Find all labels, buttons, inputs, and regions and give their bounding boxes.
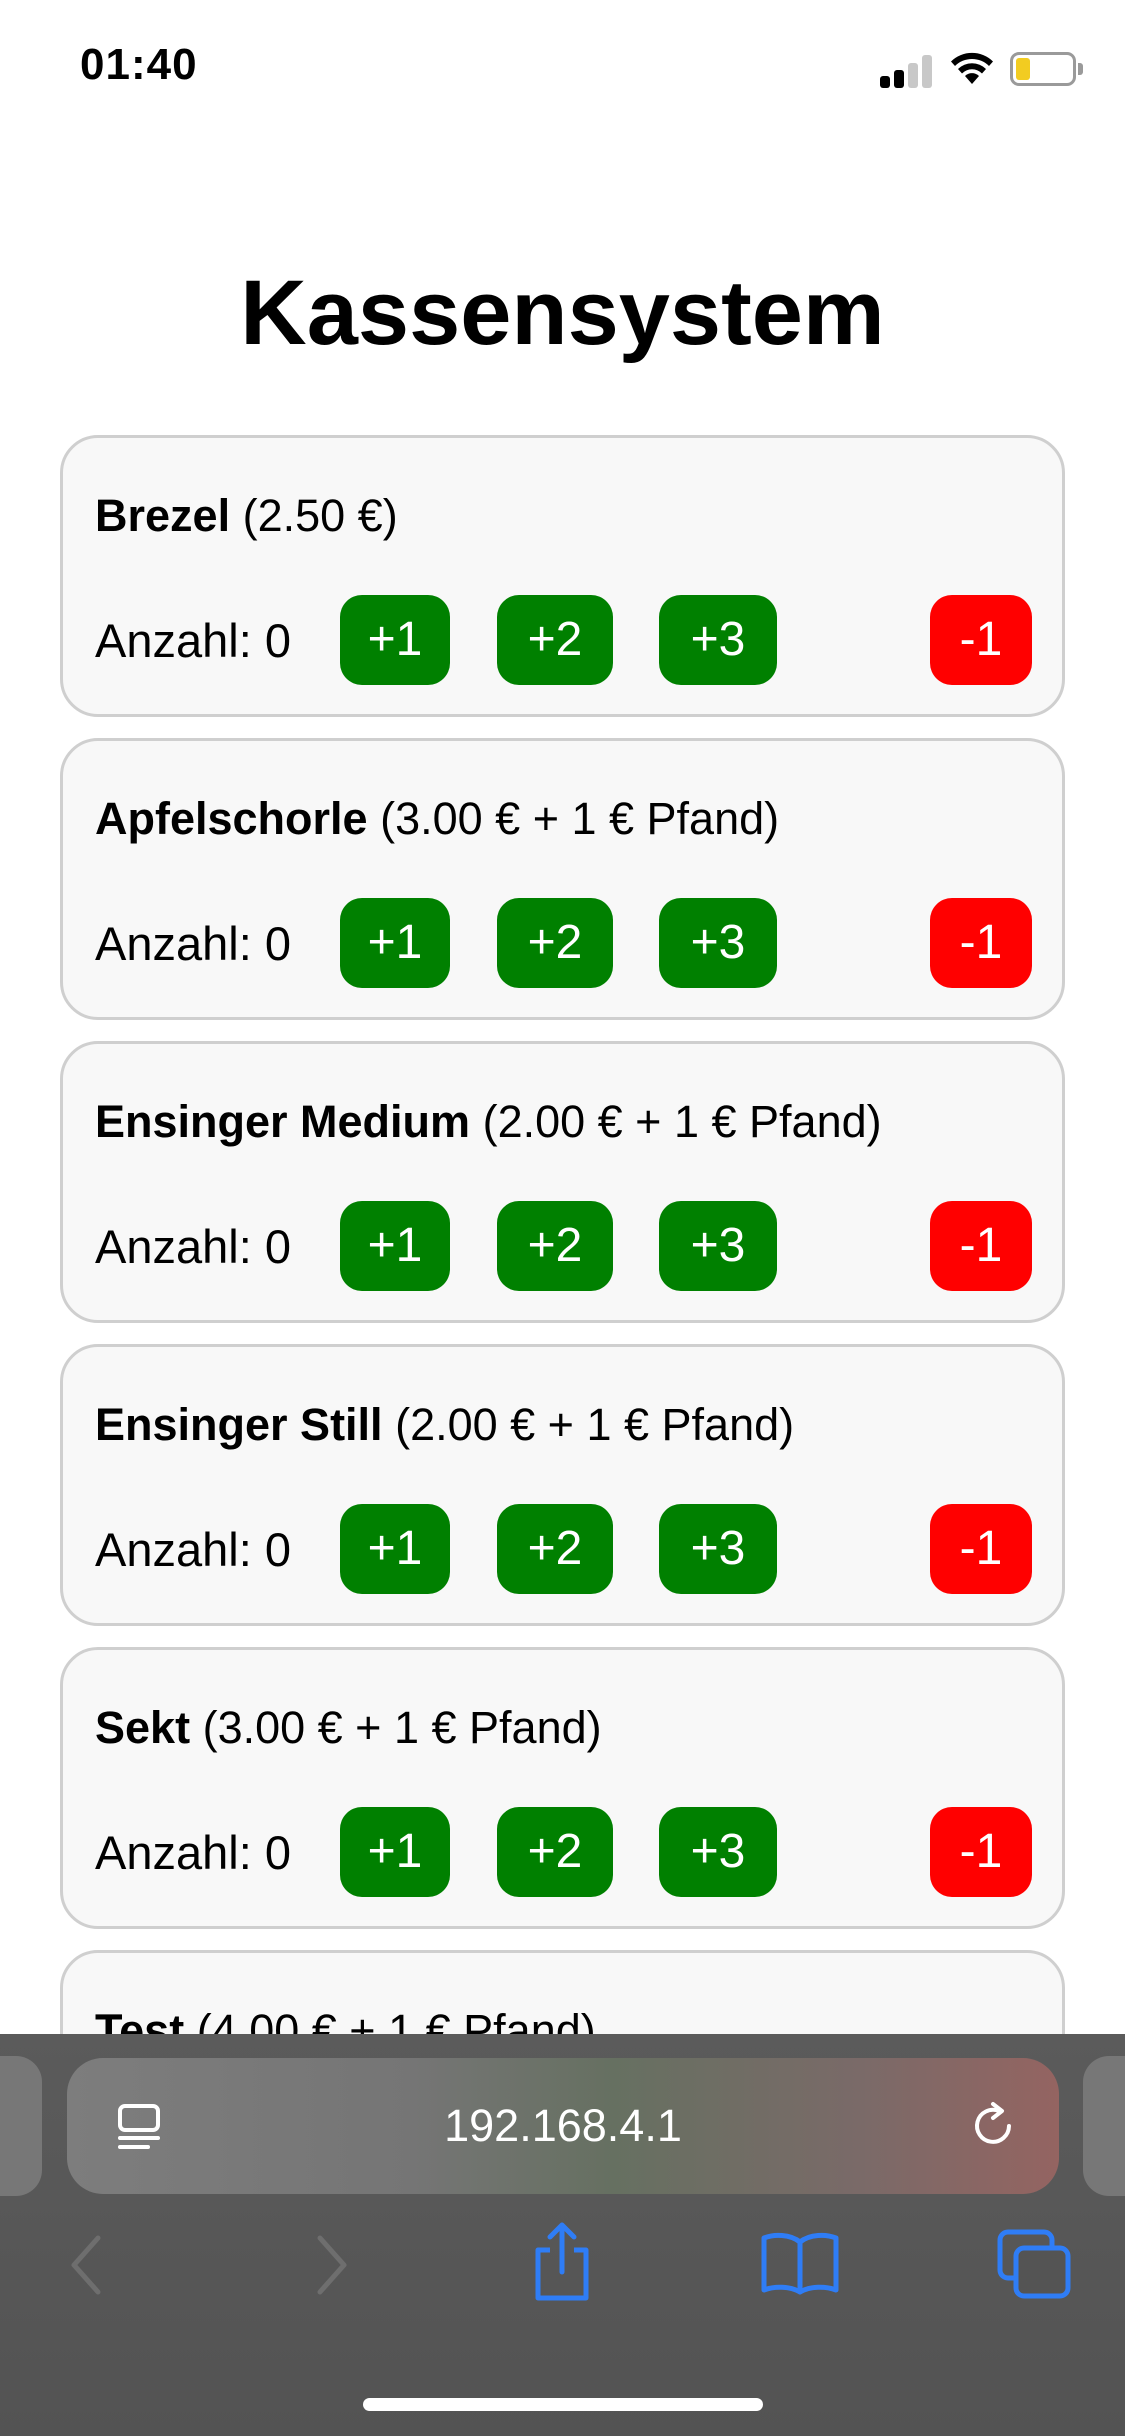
product-card: Ensinger Still (2.00 € + 1 € Pfand) Anza… [60,1344,1065,1626]
add-3-button[interactable]: +3 [659,1504,777,1594]
status-bar: 01:40 [0,0,1125,140]
add-2-button[interactable]: +2 [497,1201,613,1291]
product-name: Ensinger Still [95,1399,383,1450]
product-count: Anzahl: 0 [95,1523,291,1576]
product-card: Sekt (3.00 € + 1 € Pfand) Anzahl: 0 +1 +… [60,1647,1065,1929]
remove-1-button[interactable]: -1 [930,898,1032,988]
remove-1-button[interactable]: -1 [930,1504,1032,1594]
product-count: Anzahl: 0 [95,917,291,970]
cellular-signal-icon [880,52,936,88]
home-indicator[interactable] [363,2398,763,2411]
product-card: Brezel (2.50 €) Anzahl: 0 +1 +2 +3 -1 [60,435,1065,717]
remove-1-button[interactable]: -1 [930,595,1032,685]
product-name: Ensinger Medium [95,1096,471,1147]
add-2-button[interactable]: +2 [497,1504,613,1594]
remove-1-button[interactable]: -1 [930,1807,1032,1897]
product-count: Anzahl: 0 [95,1220,291,1273]
forward-icon[interactable] [308,2230,352,2300]
add-3-button[interactable]: +3 [659,1201,777,1291]
battery-level [1016,58,1030,80]
add-1-button[interactable]: +1 [340,1201,450,1291]
add-2-button[interactable]: +2 [497,898,613,988]
product-price: (2.00 € + 1 € Pfand) [395,1399,795,1450]
screen: 01:40 Kassensystem Brezel (2.50 €) Anzah… [0,0,1125,2436]
product-name: Sekt [95,1702,191,1753]
url-text[interactable]: 192.168.4.1 [67,2098,1059,2154]
add-1-button[interactable]: +1 [340,898,450,988]
add-3-button[interactable]: +3 [659,898,777,988]
reload-icon[interactable] [965,2098,1021,2154]
product-card: Ensinger Medium (2.00 € + 1 € Pfand) Anz… [60,1041,1065,1323]
browser-toolbar: 192.168.4.1 [0,2034,1125,2436]
product-header: Ensinger Still (2.00 € + 1 € Pfand) [95,1397,794,1453]
tabs-icon[interactable] [996,2228,1072,2300]
product-header: Brezel (2.50 €) [95,488,398,544]
product-header: Ensinger Medium (2.00 € + 1 € Pfand) [95,1094,882,1150]
product-price: (3.00 € + 1 € Pfand) [202,1702,602,1753]
add-1-button[interactable]: +1 [340,1504,450,1594]
wifi-icon [951,52,993,84]
previous-tab-peek[interactable] [0,2056,42,2196]
add-1-button[interactable]: +1 [340,595,450,685]
product-price: (3.00 € + 1 € Pfand) [380,793,780,844]
product-count: Anzahl: 0 [95,614,291,667]
product-price: (2.50 €) [242,490,398,541]
status-time: 01:40 [80,40,198,89]
battery-icon [1010,52,1083,86]
product-list: Brezel (2.50 €) Anzahl: 0 +1 +2 +3 -1 Ap… [60,435,1065,2253]
product-header: Apfelschorle (3.00 € + 1 € Pfand) [95,791,779,847]
back-icon[interactable] [66,2230,110,2300]
product-card: Apfelschorle (3.00 € + 1 € Pfand) Anzahl… [60,738,1065,1020]
add-3-button[interactable]: +3 [659,595,777,685]
bookmarks-icon[interactable] [758,2230,842,2296]
product-price: (2.00 € + 1 € Pfand) [482,1096,882,1147]
add-2-button[interactable]: +2 [497,595,613,685]
add-2-button[interactable]: +2 [497,1807,613,1897]
product-header: Sekt (3.00 € + 1 € Pfand) [95,1700,602,1756]
next-tab-peek[interactable] [1083,2056,1125,2196]
product-name: Apfelschorle [95,793,368,844]
add-1-button[interactable]: +1 [340,1807,450,1897]
share-icon[interactable] [530,2220,594,2304]
page-title: Kassensystem [240,262,885,364]
remove-1-button[interactable]: -1 [930,1201,1032,1291]
product-count: Anzahl: 0 [95,1826,291,1879]
address-bar[interactable]: 192.168.4.1 [67,2058,1059,2194]
product-name: Brezel [95,490,231,541]
add-3-button[interactable]: +3 [659,1807,777,1897]
